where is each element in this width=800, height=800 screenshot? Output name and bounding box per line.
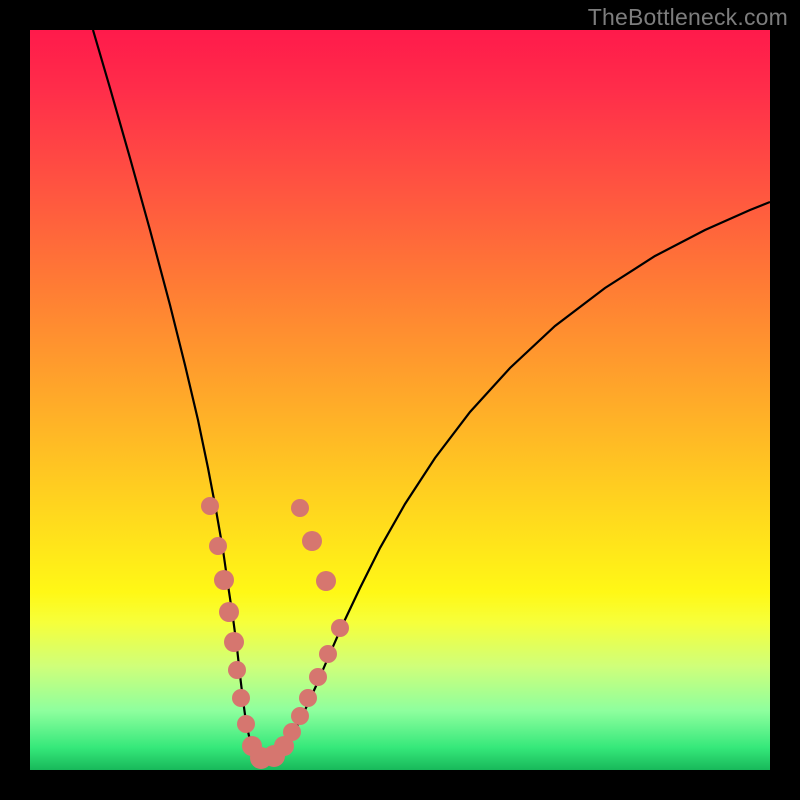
chart-frame: TheBottleneck.com — [0, 0, 800, 800]
scatter-dot — [228, 661, 246, 679]
scatter-dot — [224, 632, 244, 652]
scatter-dot — [299, 689, 317, 707]
scatter-dot — [302, 531, 322, 551]
scatter-dot — [291, 707, 309, 725]
scatter-dot — [219, 602, 239, 622]
scatter-dot — [316, 571, 336, 591]
scatter-dot — [209, 537, 227, 555]
scatter-dot — [283, 723, 301, 741]
scatter-dot — [214, 570, 234, 590]
scatter-dots — [201, 497, 349, 769]
chart-svg — [30, 30, 770, 770]
watermark-text: TheBottleneck.com — [588, 4, 788, 31]
scatter-dot — [237, 715, 255, 733]
scatter-dot — [201, 497, 219, 515]
scatter-dot — [232, 689, 250, 707]
scatter-dot — [331, 619, 349, 637]
scatter-dot — [291, 499, 309, 517]
plot-area — [30, 30, 770, 770]
scatter-dot — [309, 668, 327, 686]
scatter-dot — [319, 645, 337, 663]
curve-right-branch — [264, 202, 770, 760]
